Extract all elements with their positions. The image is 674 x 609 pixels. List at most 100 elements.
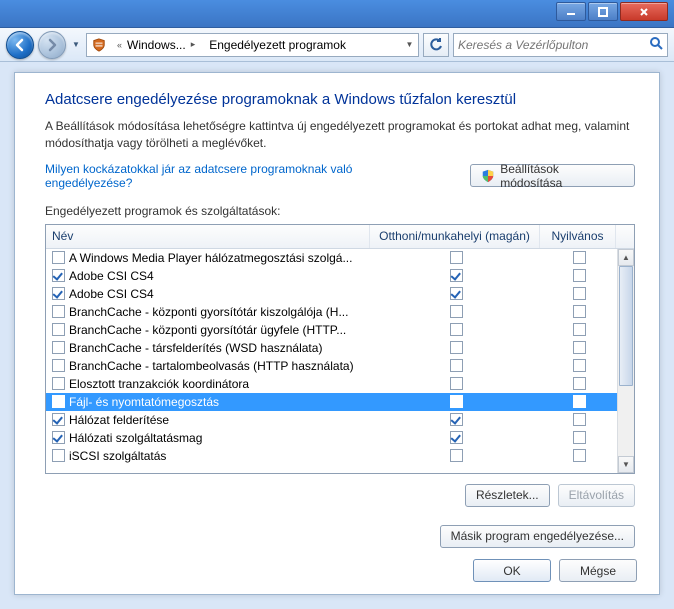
column-public[interactable]: Nyilvános [540, 225, 616, 248]
details-button[interactable]: Részletek... [465, 484, 550, 507]
public-checkbox[interactable] [573, 359, 586, 372]
row-name: Elosztott tranzakciók koordinátora [69, 377, 249, 391]
public-checkbox[interactable] [573, 323, 586, 336]
search-input[interactable] [458, 35, 649, 55]
remove-button: Eltávolítás [558, 484, 635, 507]
list-row[interactable]: A Windows Media Player hálózatmegosztási… [46, 249, 617, 267]
list-label: Engedélyezett programok és szolgáltatáso… [45, 204, 635, 218]
public-checkbox[interactable] [573, 341, 586, 354]
enable-checkbox[interactable] [52, 269, 65, 282]
home-checkbox[interactable] [450, 449, 463, 462]
public-checkbox[interactable] [573, 395, 586, 408]
list-row[interactable]: Adobe CSI CS4 [46, 285, 617, 303]
change-settings-button[interactable]: Beállítások módosítása [470, 164, 635, 187]
list-row[interactable]: Hálózati szolgáltatásmag [46, 429, 617, 447]
home-checkbox[interactable] [450, 377, 463, 390]
public-checkbox[interactable] [573, 413, 586, 426]
row-name: Fájl- és nyomtatómegosztás [69, 395, 219, 409]
enable-checkbox[interactable] [52, 323, 65, 336]
column-name[interactable]: Név [46, 225, 370, 248]
maximize-button[interactable] [588, 2, 618, 21]
risk-info-link[interactable]: Milyen kockázatokkal jár az adatcsere pr… [45, 162, 442, 190]
home-checkbox[interactable] [450, 431, 463, 444]
row-name: BranchCache - központi gyorsítótár kiszo… [69, 305, 348, 319]
enable-checkbox[interactable] [52, 449, 65, 462]
row-name: Hálózat felderítése [69, 413, 169, 427]
breadcrumb-segment[interactable]: Engedélyezett programok [205, 34, 350, 56]
list-row[interactable]: Fájl- és nyomtatómegosztás [46, 393, 617, 411]
close-button[interactable] [620, 2, 668, 21]
allow-another-button[interactable]: Másik program engedélyezése... [440, 525, 635, 548]
enable-checkbox[interactable] [52, 359, 65, 372]
row-name: Adobe CSI CS4 [69, 287, 154, 301]
window-titlebar [0, 0, 674, 28]
list-row[interactable]: Elosztott tranzakciók koordinátora [46, 375, 617, 393]
enable-checkbox[interactable] [52, 377, 65, 390]
list-row[interactable]: BranchCache - társfelderítés (WSD haszná… [46, 339, 617, 357]
allowed-programs-list: Név Otthoni/munkahelyi (magán) Nyilvános… [45, 224, 635, 474]
row-name: BranchCache - központi gyorsítótár ügyfe… [69, 323, 346, 337]
home-checkbox[interactable] [450, 359, 463, 372]
enable-checkbox[interactable] [52, 287, 65, 300]
home-checkbox[interactable] [450, 287, 463, 300]
public-checkbox[interactable] [573, 251, 586, 264]
scroll-down-button[interactable]: ▼ [618, 456, 634, 473]
content-panel: Adatcsere engedélyezése programoknak a W… [14, 72, 660, 595]
public-checkbox[interactable] [573, 305, 586, 318]
uac-shield-icon [481, 169, 495, 183]
forward-button[interactable] [38, 31, 66, 59]
address-dropdown[interactable]: ▼ [400, 34, 418, 56]
row-name: Hálózati szolgáltatásmag [69, 431, 202, 445]
home-checkbox[interactable] [450, 323, 463, 336]
list-row[interactable]: BranchCache - központi gyorsítótár kiszo… [46, 303, 617, 321]
list-row[interactable]: BranchCache - tartalombeolvasás (HTTP ha… [46, 357, 617, 375]
row-name: iSCSI szolgáltatás [69, 449, 166, 463]
list-header: Név Otthoni/munkahelyi (magán) Nyilvános [46, 225, 634, 249]
row-name: BranchCache - tartalombeolvasás (HTTP ha… [69, 359, 354, 373]
column-scroll-spacer [616, 225, 634, 248]
ok-button[interactable]: OK [473, 559, 551, 582]
address-bar[interactable]: «Windows...▸ Engedélyezett programok ▼ [86, 33, 419, 57]
home-checkbox[interactable] [450, 341, 463, 354]
list-row[interactable]: Hálózat felderítése [46, 411, 617, 429]
change-settings-label: Beállítások módosítása [500, 162, 624, 190]
enable-checkbox[interactable] [52, 395, 65, 408]
home-checkbox[interactable] [450, 269, 463, 282]
list-row[interactable]: iSCSI szolgáltatás [46, 447, 617, 465]
list-row[interactable]: Adobe CSI CS4 [46, 267, 617, 285]
public-checkbox[interactable] [573, 269, 586, 282]
back-button[interactable] [6, 31, 34, 59]
public-checkbox[interactable] [573, 431, 586, 444]
page-title: Adatcsere engedélyezése programoknak a W… [45, 91, 635, 108]
enable-checkbox[interactable] [52, 305, 65, 318]
row-name: BranchCache - társfelderítés (WSD haszná… [69, 341, 322, 355]
breadcrumb-segment[interactable]: «Windows...▸ [111, 34, 201, 56]
breadcrumb-label: Windows... [127, 38, 186, 52]
home-checkbox[interactable] [450, 395, 463, 408]
list-scrollbar[interactable]: ▲ ▼ [617, 249, 634, 473]
nav-history-dropdown[interactable]: ▼ [70, 31, 82, 59]
breadcrumb-label: Engedélyezett programok [209, 38, 346, 52]
public-checkbox[interactable] [573, 377, 586, 390]
home-checkbox[interactable] [450, 305, 463, 318]
cancel-button[interactable]: Mégse [559, 559, 637, 582]
enable-checkbox[interactable] [52, 413, 65, 426]
refresh-button[interactable] [423, 33, 449, 57]
row-name: Adobe CSI CS4 [69, 269, 154, 283]
column-home[interactable]: Otthoni/munkahelyi (magán) [370, 225, 540, 248]
search-icon[interactable] [649, 36, 663, 53]
firewall-icon [91, 37, 107, 53]
enable-checkbox[interactable] [52, 341, 65, 354]
enable-checkbox[interactable] [52, 431, 65, 444]
navigation-bar: ▼ «Windows...▸ Engedélyezett programok ▼ [0, 28, 674, 62]
scroll-thumb[interactable] [619, 266, 633, 386]
home-checkbox[interactable] [450, 413, 463, 426]
enable-checkbox[interactable] [52, 251, 65, 264]
home-checkbox[interactable] [450, 251, 463, 264]
minimize-button[interactable] [556, 2, 586, 21]
list-row[interactable]: BranchCache - központi gyorsítótár ügyfe… [46, 321, 617, 339]
search-box[interactable] [453, 33, 668, 57]
scroll-up-button[interactable]: ▲ [618, 249, 634, 266]
public-checkbox[interactable] [573, 287, 586, 300]
public-checkbox[interactable] [573, 449, 586, 462]
